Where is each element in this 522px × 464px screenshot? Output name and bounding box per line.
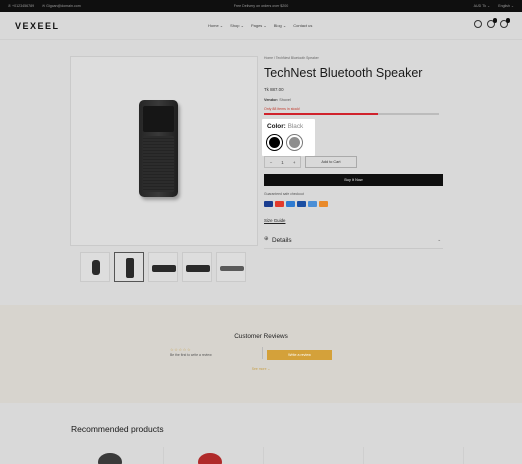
nav-shop[interactable]: Shop ⌄ [230, 23, 244, 28]
guarantee-text: Guaranteed safe checkout [264, 192, 304, 196]
product-card[interactable] [168, 447, 264, 464]
nav-blog[interactable]: Blog ⌄ [274, 23, 286, 28]
thumbnail-1[interactable] [80, 252, 110, 282]
locale-selectors: AUD Tk ⌄ English ⌄ [474, 4, 514, 8]
details-label: Details [272, 237, 292, 244]
swatch-black[interactable] [266, 134, 283, 151]
wishlist-badge [492, 18, 497, 23]
visa-icon [264, 201, 273, 207]
promo-text: Free Delivery on orders over $200 [233, 4, 289, 8]
first-review-text: Be the first to write a review [170, 353, 212, 357]
thumb-shape [126, 258, 134, 278]
color-label: Color: Black [267, 123, 303, 130]
main-nav: Home ⌄ Shop ⌄ Pages ⌄ Blog ⌄ Contact us [208, 23, 312, 28]
product-title: TechNest Bluetooth Speaker [264, 66, 423, 80]
rating-stars: ☆☆☆☆☆ [170, 347, 192, 352]
product-card-image [198, 453, 222, 464]
nav-pages[interactable]: Pages ⌄ [251, 23, 267, 28]
recommended-title: Recommended products [71, 424, 164, 434]
breadcrumb[interactable]: Home / TechNest Bluetooth Speaker [264, 56, 444, 60]
color-label-key: Color: [267, 123, 286, 130]
add-to-cart-button[interactable]: Add to Cart [305, 156, 357, 168]
thumbnail-5[interactable] [216, 252, 246, 282]
swatch-dot [288, 136, 300, 148]
currency-select[interactable]: AUD Tk ⌄ [474, 4, 491, 8]
product-card-image [98, 453, 122, 464]
chevron-down-icon: ⌄ [437, 237, 441, 242]
search-icon[interactable] [474, 20, 482, 28]
vendor-line: Vendor: Shovel [264, 98, 444, 102]
size-guide-link[interactable]: Size Guide [264, 218, 285, 223]
write-review-button[interactable]: Write a review [267, 350, 332, 360]
details-accordion[interactable]: ⊕ Details ⌄ [264, 233, 443, 249]
thumb-shape [152, 265, 176, 272]
product-info: Home / TechNest Bluetooth Speaker TechNe… [264, 56, 444, 115]
announcement-bar: ✆ +0123456789 ✉ Gigcan@domain.com Free D… [0, 0, 522, 12]
color-selector: Color: Black [262, 119, 315, 156]
product-main-image[interactable] [70, 56, 258, 246]
vendor-label: Vendor: [264, 98, 279, 102]
speaker-grill [143, 136, 174, 192]
thumbnail-2[interactable] [114, 252, 144, 282]
product-card[interactable] [368, 447, 464, 464]
see-more-link[interactable]: See more ⌄ [0, 367, 522, 371]
quantity-value[interactable]: 1 [281, 160, 283, 165]
recommended-row [68, 447, 464, 464]
swatch-grey[interactable] [286, 134, 303, 151]
divider [262, 347, 263, 359]
thumbnail-4[interactable] [182, 252, 212, 282]
product-price: Tk 887.00 [264, 87, 284, 92]
language-select[interactable]: English ⌄ [498, 4, 514, 8]
thumb-shape [92, 260, 100, 275]
header-icons [474, 18, 510, 28]
thumb-shape [220, 266, 244, 271]
reviews-title: Customer Reviews [234, 333, 288, 340]
stock-text: Only 88 items in stock! [264, 107, 301, 111]
color-value: Black [287, 123, 304, 130]
speaker-panel [143, 106, 174, 132]
swatch-dot [268, 136, 280, 148]
reviews-section: Customer Reviews ☆☆☆☆☆ Be the first to w… [0, 305, 522, 403]
paypal-icon [297, 201, 306, 207]
nav-contact[interactable]: Contact us [293, 23, 312, 28]
diners-icon [308, 201, 317, 207]
stock-bar-fill [264, 112, 378, 115]
wishlist-icon[interactable] [487, 18, 497, 28]
site-header: VEXEEL Home ⌄ Shop ⌄ Pages ⌄ Blog ⌄ Cont… [0, 12, 522, 40]
buy-now-button[interactable]: Buy It Now [264, 174, 443, 186]
cart-icon[interactable] [500, 18, 510, 28]
payment-icons [264, 201, 328, 207]
quantity-stepper: − 1 + [264, 156, 301, 168]
mastercard-icon [275, 201, 284, 207]
discover-icon [319, 201, 328, 207]
stock-bar [264, 112, 439, 115]
cart-badge [505, 18, 510, 23]
speaker-image [139, 100, 178, 197]
thumbnail-3[interactable] [148, 252, 178, 282]
nav-home[interactable]: Home ⌄ [208, 23, 223, 28]
thumb-shape [186, 265, 210, 272]
site-logo[interactable]: VEXEEL [15, 21, 60, 31]
quantity-decrease[interactable]: − [270, 160, 273, 165]
quantity-increase[interactable]: + [293, 160, 296, 165]
product-card[interactable] [268, 447, 364, 464]
vendor-name[interactable]: Shovel [279, 98, 291, 102]
amex-icon [286, 201, 295, 207]
thumbnail-strip [80, 252, 246, 282]
product-card[interactable] [68, 447, 164, 464]
plus-icon: ⊕ [264, 236, 269, 242]
